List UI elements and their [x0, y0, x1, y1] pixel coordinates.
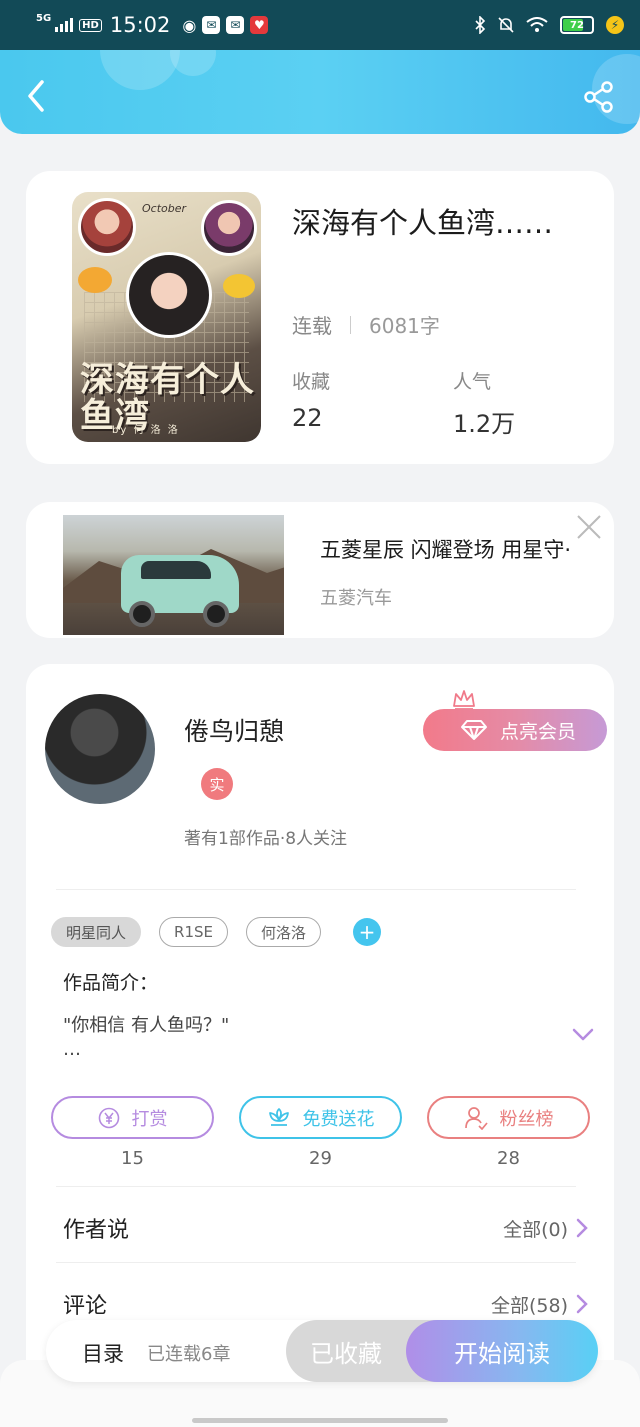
favorites-stat: 收藏 22: [292, 367, 330, 432]
hd-badge: HD: [79, 18, 102, 32]
popularity-label: 人气: [453, 371, 492, 393]
add-tag-button[interactable]: +: [353, 918, 381, 946]
verified-badge: 实: [201, 768, 233, 800]
share-icon: [584, 81, 613, 113]
favorited-label: 已收藏: [310, 1339, 382, 1368]
book-cover[interactable]: October 深海有个人鱼湾 by 何 洛 洛: [72, 192, 261, 442]
ad-close-button[interactable]: [576, 514, 602, 540]
fans-ranking-label: 粉丝榜: [499, 1108, 554, 1130]
tag-list: 明星同人 R1SE 何洛洛 +: [51, 917, 381, 947]
comments-label: 评论: [63, 1294, 108, 1319]
reward-button[interactable]: 打赏: [51, 1096, 214, 1139]
yen-icon: [98, 1107, 119, 1128]
wifi-icon: [526, 17, 548, 32]
reward-label: 打赏: [131, 1108, 168, 1130]
author-says-row[interactable]: 作者说 全部(0): [63, 1212, 588, 1244]
battery-level: 72: [570, 19, 584, 31]
author-says-count: 全部(0): [503, 1218, 568, 1241]
back-button[interactable]: [22, 78, 50, 114]
popularity-stat: 人气 1.2万: [453, 367, 515, 439]
network-type: 5G: [36, 13, 52, 24]
cover-top-text: October: [142, 202, 187, 215]
battery-icon: 72: [560, 16, 594, 34]
word-count: 6081字: [369, 314, 440, 338]
status-bar: 5G HD 15:02 ◉ ✉ ✉ ♥ 72 ⚡: [0, 0, 640, 50]
signal-icon: [55, 18, 74, 32]
flower-count: 29: [309, 1148, 332, 1169]
reward-count: 15: [121, 1148, 144, 1169]
divider: [56, 1262, 576, 1263]
weibo-icon: ◉: [182, 15, 197, 35]
chevron-right-icon: [576, 1218, 588, 1238]
top-nav-header: [0, 50, 640, 134]
start-reading-label: 开始阅读: [454, 1339, 550, 1368]
favorites-value: 22: [292, 404, 323, 432]
chapter-count[interactable]: 已连载6章: [147, 1340, 230, 1366]
author-name[interactable]: 倦鸟归憩: [184, 712, 284, 748]
intro-line: "你相信 有人鱼吗？": [63, 1015, 230, 1036]
diamond-icon: [460, 720, 487, 740]
ad-brand: 五菱汽车: [320, 588, 392, 609]
chevron-right-icon: [576, 1294, 588, 1314]
author-avatar[interactable]: [45, 694, 155, 804]
charging-icon: ⚡: [606, 16, 624, 34]
book-title: 深海有个人鱼湾……: [292, 206, 554, 240]
book-meta: 连载 6081字: [292, 310, 440, 339]
tag-item[interactable]: 明星同人: [51, 917, 142, 947]
favorites-label: 收藏: [292, 371, 331, 393]
intro-text: "你相信 有人鱼吗？" …: [63, 1014, 229, 1062]
tag-item[interactable]: R1SE: [159, 917, 228, 947]
send-flower-button[interactable]: 免费送花: [239, 1096, 402, 1139]
book-info-card: October 深海有个人鱼湾 by 何 洛 洛 深海有个人鱼湾…… 连载 60…: [26, 171, 614, 464]
fans-icon: [464, 1106, 488, 1130]
fans-count: 28: [497, 1148, 520, 1169]
clock: 15:02: [109, 13, 171, 37]
author-card: 倦鸟归憩 实 点亮会员 著有1部作品·8人关注 明星同人 R1SE 何洛洛 + …: [26, 664, 614, 1384]
start-reading-button[interactable]: 开始阅读: [406, 1320, 598, 1382]
comments-row[interactable]: 评论 全部(58): [63, 1288, 588, 1320]
send-flower-label: 免费送花: [302, 1108, 375, 1130]
author-stats: 著有1部作品·8人关注: [184, 829, 348, 849]
vip-label: 点亮会员: [499, 720, 576, 743]
author-says-label: 作者说: [63, 1218, 130, 1243]
fans-ranking-button[interactable]: 粉丝榜: [427, 1096, 590, 1139]
intro-line: …: [63, 1039, 81, 1060]
expand-chevron-icon[interactable]: [572, 1028, 594, 1042]
crown-icon: [453, 690, 475, 710]
comments-count: 全部(58): [490, 1294, 568, 1317]
ad-banner[interactable]: 五菱星辰 闪耀登场 用星守· 五菱汽车: [26, 502, 614, 638]
ad-image[interactable]: [63, 515, 284, 635]
mute-bell-icon: [498, 17, 514, 33]
share-button[interactable]: [582, 80, 618, 116]
flower-icon: [268, 1107, 289, 1126]
app-notification-icon: ♥: [250, 16, 269, 34]
mail-icon-2: ✉: [226, 16, 245, 34]
cover-bottom-text: by 何 洛 洛: [112, 425, 180, 436]
divider: [56, 1186, 576, 1187]
mail-icon: ✉: [202, 16, 221, 34]
close-icon: [577, 515, 601, 539]
tag-item[interactable]: 何洛洛: [245, 917, 321, 947]
divider: [56, 889, 576, 890]
vip-membership-button[interactable]: 点亮会员: [423, 709, 607, 751]
ad-title[interactable]: 五菱星辰 闪耀登场 用星守·: [320, 534, 571, 564]
bottom-action-bar: 目录 已连载6章 已收藏 开始阅读: [46, 1320, 598, 1382]
home-indicator: [192, 1418, 448, 1423]
bluetooth-icon: [475, 16, 486, 34]
back-chevron-icon: [28, 80, 44, 112]
book-status: 连载: [292, 314, 332, 338]
popularity-value: 1.2万: [453, 410, 516, 438]
toc-button[interactable]: 目录: [82, 1338, 124, 1368]
intro-label: 作品简介：: [63, 972, 159, 994]
